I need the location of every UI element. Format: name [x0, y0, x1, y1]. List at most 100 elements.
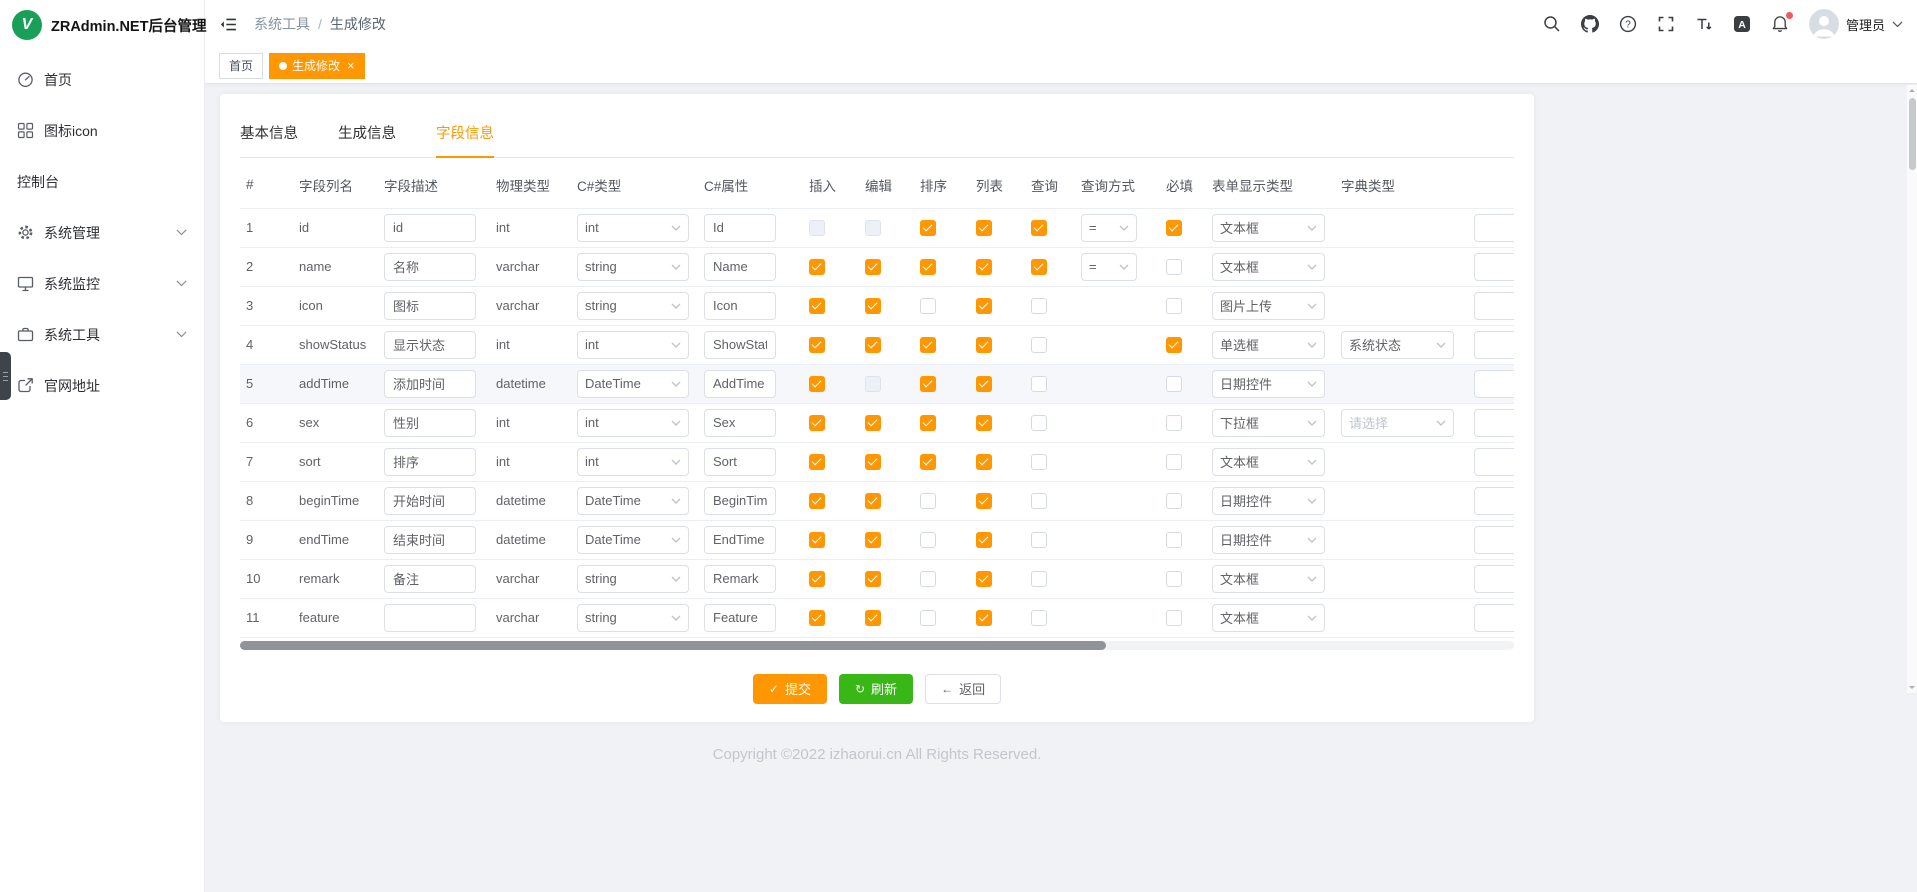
- form-display-select[interactable]: 日期控件: [1212, 370, 1325, 398]
- required-checkbox[interactable]: [1166, 571, 1182, 587]
- cs-type-select[interactable]: string: [577, 253, 689, 281]
- column-desc-input[interactable]: [384, 526, 476, 554]
- cs-type-select[interactable]: int: [577, 331, 689, 359]
- tag-generate-edit[interactable]: 生成修改 ×: [269, 53, 365, 79]
- form-display-select[interactable]: 下拉框: [1212, 409, 1325, 437]
- extra-input[interactable]: [1474, 214, 1514, 242]
- edit-checkbox[interactable]: [865, 220, 881, 236]
- sidebar-item-website[interactable]: 官网地址: [0, 360, 204, 411]
- sort-checkbox[interactable]: [920, 376, 936, 392]
- list-checkbox[interactable]: [976, 376, 992, 392]
- query-checkbox[interactable]: [1031, 454, 1047, 470]
- dict-type-select[interactable]: 请选择: [1341, 409, 1454, 437]
- sort-checkbox[interactable]: [920, 259, 936, 275]
- extra-input[interactable]: [1474, 370, 1514, 398]
- cs-property-input[interactable]: [704, 448, 776, 476]
- edit-checkbox[interactable]: [865, 298, 881, 314]
- required-checkbox[interactable]: [1166, 532, 1182, 548]
- notification-bell-icon[interactable]: [1771, 15, 1790, 34]
- cs-type-select[interactable]: DateTime: [577, 526, 689, 554]
- horizontal-scrollbar-thumb[interactable]: [240, 641, 1106, 650]
- extra-input[interactable]: [1474, 565, 1514, 593]
- sidebar-item-icons[interactable]: 图标icon: [0, 105, 204, 156]
- settings-drawer-handle[interactable]: [0, 352, 11, 400]
- cs-property-input[interactable]: [704, 487, 776, 515]
- column-desc-input[interactable]: [384, 565, 476, 593]
- cs-type-select[interactable]: int: [577, 409, 689, 437]
- query-checkbox[interactable]: [1031, 571, 1047, 587]
- user-menu[interactable]: 管理员: [1809, 9, 1903, 39]
- cs-property-input[interactable]: [704, 604, 776, 632]
- back-button[interactable]: ← 返回: [925, 674, 1001, 704]
- form-display-select[interactable]: 文本框: [1212, 604, 1325, 632]
- edit-checkbox[interactable]: [865, 454, 881, 470]
- query-checkbox[interactable]: [1031, 298, 1047, 314]
- sort-checkbox[interactable]: [920, 532, 936, 548]
- sort-checkbox[interactable]: [920, 298, 936, 314]
- column-desc-input[interactable]: [384, 487, 476, 515]
- cs-type-select[interactable]: DateTime: [577, 370, 689, 398]
- extra-input[interactable]: [1474, 292, 1514, 320]
- insert-checkbox[interactable]: [809, 454, 825, 470]
- scrollbar-track[interactable]: [1907, 96, 1917, 682]
- extra-input[interactable]: [1474, 331, 1514, 359]
- horizontal-scrollbar[interactable]: [240, 641, 1514, 650]
- edit-checkbox[interactable]: [865, 415, 881, 431]
- insert-checkbox[interactable]: [809, 610, 825, 626]
- query-checkbox[interactable]: [1031, 493, 1047, 509]
- form-display-select[interactable]: 文本框: [1212, 565, 1325, 593]
- cs-type-select[interactable]: string: [577, 565, 689, 593]
- search-icon[interactable]: [1543, 15, 1562, 34]
- edit-checkbox[interactable]: [865, 610, 881, 626]
- form-display-select[interactable]: 文本框: [1212, 214, 1325, 242]
- required-checkbox[interactable]: [1166, 376, 1182, 392]
- submit-button[interactable]: ✓ 提交: [753, 674, 827, 704]
- tag-home[interactable]: 首页: [219, 53, 263, 79]
- column-desc-input[interactable]: [384, 214, 476, 242]
- required-checkbox[interactable]: [1166, 415, 1182, 431]
- sidebar-item-system-management[interactable]: 系统管理: [0, 207, 204, 258]
- sidebar-item-home[interactable]: 首页: [0, 54, 204, 105]
- sort-checkbox[interactable]: [920, 337, 936, 353]
- refresh-button[interactable]: ↻ 刷新: [839, 674, 913, 704]
- list-checkbox[interactable]: [976, 610, 992, 626]
- query-checkbox[interactable]: [1031, 259, 1047, 275]
- form-display-select[interactable]: 文本框: [1212, 448, 1325, 476]
- fullscreen-icon[interactable]: [1657, 15, 1676, 34]
- extra-input[interactable]: [1474, 604, 1514, 632]
- column-desc-input[interactable]: [384, 448, 476, 476]
- list-checkbox[interactable]: [976, 337, 992, 353]
- scrollbar-thumb[interactable]: [1909, 98, 1916, 170]
- insert-checkbox[interactable]: [809, 220, 825, 236]
- required-checkbox[interactable]: [1166, 259, 1182, 275]
- cs-property-input[interactable]: [704, 253, 776, 281]
- cs-property-input[interactable]: [704, 292, 776, 320]
- query-checkbox[interactable]: [1031, 220, 1047, 236]
- tab-basic-info[interactable]: 基本信息: [240, 110, 298, 158]
- tab-generate-info[interactable]: 生成信息: [338, 110, 396, 158]
- form-display-select[interactable]: 日期控件: [1212, 526, 1325, 554]
- cs-property-input[interactable]: [704, 331, 776, 359]
- cs-type-select[interactable]: string: [577, 292, 689, 320]
- insert-checkbox[interactable]: [809, 532, 825, 548]
- insert-checkbox[interactable]: [809, 259, 825, 275]
- query-checkbox[interactable]: [1031, 610, 1047, 626]
- required-checkbox[interactable]: [1166, 298, 1182, 314]
- extra-input[interactable]: [1474, 409, 1514, 437]
- edit-checkbox[interactable]: [865, 259, 881, 275]
- column-desc-input[interactable]: [384, 604, 476, 632]
- sidebar-item-system-monitor[interactable]: 系统监控: [0, 258, 204, 309]
- required-checkbox[interactable]: [1166, 337, 1182, 353]
- extra-input[interactable]: [1474, 526, 1514, 554]
- scroll-down-arrow[interactable]: [1907, 682, 1917, 693]
- scroll-up-arrow[interactable]: [1907, 85, 1917, 96]
- insert-checkbox[interactable]: [809, 571, 825, 587]
- sort-checkbox[interactable]: [920, 493, 936, 509]
- list-checkbox[interactable]: [976, 532, 992, 548]
- cs-property-input[interactable]: [704, 526, 776, 554]
- cs-type-select[interactable]: string: [577, 604, 689, 632]
- dict-type-select[interactable]: 系统状态: [1341, 331, 1454, 359]
- github-icon[interactable]: [1581, 15, 1600, 34]
- cs-property-input[interactable]: [704, 370, 776, 398]
- query-checkbox[interactable]: [1031, 532, 1047, 548]
